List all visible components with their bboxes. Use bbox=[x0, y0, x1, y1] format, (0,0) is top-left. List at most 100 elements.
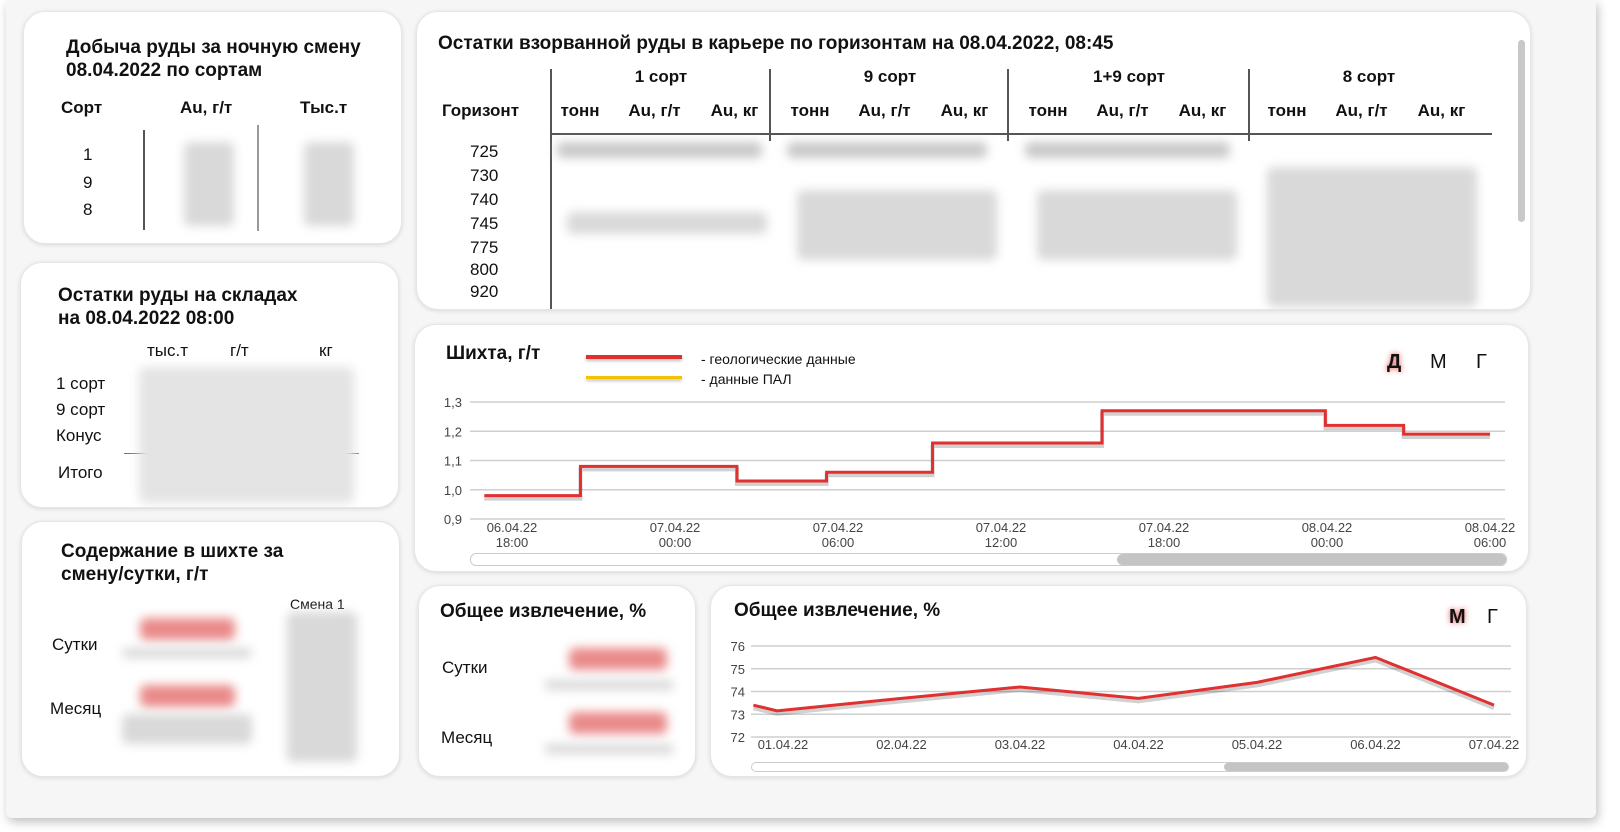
divider bbox=[257, 125, 259, 231]
x-tick-label: 03.04.22 bbox=[995, 737, 1046, 752]
group-header: 9 сорт bbox=[863, 67, 917, 86]
x-tick-label: 07.04.22 bbox=[1139, 520, 1190, 535]
blend-chart-scrollbar-thumb[interactable] bbox=[1117, 554, 1506, 565]
horizon-row: 775 bbox=[470, 238, 499, 257]
x-tick-label: 08.04.22 bbox=[1302, 520, 1353, 535]
remnants-card: Остатки взорванной руды в карьере по гор… bbox=[416, 11, 1531, 310]
stock-total-label: Итого bbox=[58, 463, 103, 482]
stock-col-header: кг bbox=[319, 341, 333, 360]
y-tick-label: 1,0 bbox=[444, 483, 462, 498]
blend-content-title-line1: Содержание в шихте за bbox=[61, 541, 284, 562]
blend-chart-scrollbar[interactable] bbox=[470, 553, 1507, 566]
y-tick-label: 73 bbox=[731, 707, 745, 722]
subcol-header: Au, кг bbox=[1417, 101, 1466, 120]
subcol-header: тонн bbox=[1028, 101, 1068, 120]
remnants-scrollbar[interactable] bbox=[1518, 40, 1525, 222]
recovery-chart-card: Общее извлечение, % М Г 76 75 74 73 72 01.04.… bbox=[710, 585, 1527, 777]
blend-line-chart: 1,3 1,2 1,1 1,0 0,9 06.04.2218:00 07.04.22 00:0… bbox=[444, 395, 1515, 550]
recovery-row-label: Сутки bbox=[442, 658, 488, 677]
blurred-value bbox=[287, 612, 357, 762]
y-tick-label: 72 bbox=[731, 730, 745, 745]
production-card: Добыча руды за ночную смену 08.04.2022 п… bbox=[23, 11, 402, 244]
grade-row: 8 bbox=[83, 200, 93, 219]
x-tick-label: 12:00 bbox=[985, 535, 1018, 550]
blurred-value bbox=[1037, 190, 1237, 260]
y-tick-label: 0,9 bbox=[444, 512, 462, 527]
y-tick-label: 74 bbox=[731, 685, 745, 700]
horizon-row: 730 bbox=[470, 166, 499, 185]
divider bbox=[550, 69, 552, 309]
horizon-row: 920 bbox=[470, 282, 499, 301]
blend-content-title-line2: смену/сутки, г/т bbox=[61, 564, 209, 585]
recovery-line-chart: 76 75 74 73 72 01.04.22 02.04.22 03.04.22 04.04.… bbox=[731, 639, 1520, 752]
stock-row-label: Конус bbox=[56, 426, 102, 445]
y-tick-label: 75 bbox=[731, 662, 745, 677]
recovery-chart-scrollbar-thumb[interactable] bbox=[1224, 763, 1508, 771]
subcol-header: Au, кг bbox=[710, 101, 759, 120]
subcol-header: тонн bbox=[1267, 101, 1307, 120]
x-tick-label: 18:00 bbox=[496, 535, 529, 550]
subcol-header: Au, г/т bbox=[628, 101, 681, 120]
group-header: 1+9 сорт bbox=[1093, 67, 1165, 86]
blend-row-label: Месяц bbox=[50, 699, 102, 718]
recovery-row-label: Месяц bbox=[441, 728, 493, 747]
divider bbox=[550, 133, 1492, 135]
blurred-value bbox=[544, 744, 674, 754]
y-tick-label: 1,1 bbox=[444, 454, 462, 469]
y-tick-label: 1,2 bbox=[444, 424, 462, 439]
x-tick-label: 07.04.22 bbox=[1469, 737, 1520, 752]
remnants-title: Остатки взорванной руды в карьере по гор… bbox=[438, 33, 1114, 54]
stock-card: Остатки руды на складах на 08.04.2022 08… bbox=[20, 262, 399, 508]
blurred-value bbox=[184, 142, 234, 226]
series-line bbox=[484, 409, 1490, 498]
blurred-value bbox=[557, 142, 762, 158]
divider bbox=[143, 130, 145, 230]
production-title-line1: Добыча руды за ночную смену bbox=[66, 37, 361, 58]
x-tick-label: 06:00 bbox=[822, 535, 855, 550]
grade-row: 1 bbox=[83, 145, 93, 164]
blurred-value bbox=[122, 714, 252, 744]
blend-chart-card: Шихта, г/т - геологические данные - данн… bbox=[414, 324, 1529, 572]
blurred-value bbox=[787, 142, 987, 158]
divider bbox=[1248, 69, 1250, 141]
x-tick-label: 00:00 bbox=[1311, 535, 1344, 550]
horizon-row: 725 bbox=[470, 142, 499, 161]
blurred-value bbox=[567, 212, 767, 234]
divider bbox=[1007, 69, 1009, 141]
blurred-value bbox=[797, 190, 997, 260]
subcol-header: Au, кг bbox=[1178, 101, 1227, 120]
recovery-chart-scrollbar[interactable] bbox=[751, 762, 1509, 772]
x-tick-label: 06.04.22 bbox=[487, 520, 538, 535]
stock-row-label: 1 сорт bbox=[56, 374, 106, 393]
subcol-header: тонн bbox=[560, 101, 600, 120]
x-tick-label: 07.04.22 bbox=[813, 520, 864, 535]
blurred-value bbox=[569, 712, 667, 734]
stock-col-header: г/т bbox=[230, 341, 249, 360]
blend-row-label: Сутки bbox=[52, 635, 98, 654]
blurred-value bbox=[140, 618, 235, 640]
blurred-value bbox=[122, 648, 252, 658]
group-header: 1 сорт bbox=[634, 67, 688, 86]
recovery-card: Общее извлечение, % Сутки Месяц bbox=[418, 585, 696, 777]
y-tick-label: 1,3 bbox=[444, 395, 462, 410]
x-tick-label: 00:00 bbox=[659, 535, 692, 550]
recovery-title: Общее извлечение, % bbox=[440, 601, 647, 622]
col-grade-header: Сорт bbox=[61, 98, 103, 117]
blurred-value bbox=[304, 142, 354, 226]
horizon-row: 745 bbox=[470, 214, 499, 233]
blurred-value bbox=[569, 648, 667, 670]
col-tons-header: Тыс.т bbox=[300, 98, 348, 117]
subcol-header: Au, кг bbox=[940, 101, 989, 120]
horizon-row: 800 bbox=[470, 260, 499, 279]
stock-row-label: 9 сорт bbox=[56, 400, 106, 419]
subcol-header: Au, г/т bbox=[858, 101, 911, 120]
group-header: 8 сорт bbox=[1342, 67, 1396, 86]
subcol-header: Au, г/т bbox=[1335, 101, 1388, 120]
subcol-header: тонн bbox=[790, 101, 830, 120]
x-tick-label: 06.04.22 bbox=[1350, 737, 1401, 752]
blend-content-card: Содержание в шихте за смену/сутки, г/т С… bbox=[21, 521, 400, 777]
stock-title-line2: на 08.04.2022 08:00 bbox=[58, 308, 235, 329]
stock-title-line1: Остатки руды на складах bbox=[58, 285, 298, 306]
blurred-value bbox=[544, 680, 674, 690]
production-title-line2: 08.04.2022 по сортам bbox=[66, 60, 263, 81]
